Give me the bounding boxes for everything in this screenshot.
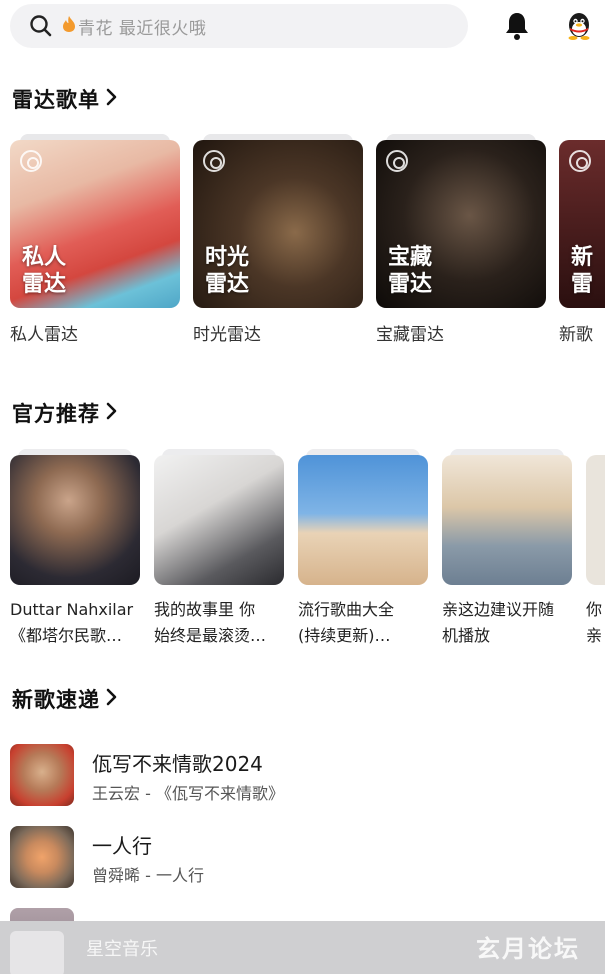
radar-card-private[interactable]: 私人 雷达 私人雷达 — [10, 134, 180, 345]
radar-caption: 私人雷达 — [10, 325, 78, 345]
caption-line: 你 — [586, 600, 603, 619]
playlist-caption: 我的故事里 你 始终是最滚烫… — [154, 597, 290, 649]
song-subtitle: 王云宏 - 《佤写不来情歌》 — [92, 784, 284, 803]
official-card[interactable]: Duttar Nahxilar 《都塔尔民歌… — [10, 449, 140, 649]
cover-line: 雷达 — [22, 272, 67, 297]
cover-line: 私人 — [22, 245, 67, 270]
radar-cover: 私人 雷达 — [10, 140, 180, 308]
song-subtitle: 曾舜晞 - 一人行 — [92, 866, 204, 885]
song-title: 一人行 — [92, 834, 152, 858]
song-cover — [10, 826, 74, 888]
playlist-cover — [10, 455, 140, 585]
radar-card-new[interactable]: 新 雷 新歌 — [559, 140, 605, 345]
cover-line: 时光 — [205, 245, 250, 270]
official-card[interactable]: 亲这边建议开随 机播放 — [442, 449, 572, 649]
cover-line: 新 — [571, 245, 594, 270]
radar-cover-text: 私人 雷达 — [22, 244, 66, 298]
caption-line: 亲 — [586, 626, 603, 645]
caption-line: 机播放 — [442, 626, 491, 645]
cover-line: 雷达 — [388, 272, 433, 297]
song-row[interactable]: 佤写不来情歌2024 王云宏 - 《佤写不来情歌》 — [10, 744, 600, 810]
radar-card-treasure[interactable]: 宝藏 雷达 宝藏雷达 — [376, 134, 546, 345]
playlist-caption: 亲这边建议开随 机播放 — [442, 597, 578, 649]
caption-line: Duttar Nahxilar — [10, 600, 134, 619]
radar-section-title: 雷达歌单 — [12, 88, 100, 112]
playlist-caption: 你 亲 — [586, 597, 605, 649]
new-songs-section-header[interactable]: 新歌速递 — [12, 684, 118, 714]
caption-line: 我的故事里 你 — [154, 600, 256, 619]
chevron-right-icon — [106, 687, 118, 711]
radar-logo-icon — [386, 150, 408, 172]
caption-line: 《都塔尔民歌… — [10, 626, 123, 645]
player-artwork — [10, 931, 64, 974]
chevron-right-icon — [106, 87, 118, 111]
search-bar[interactable]: 青花 最近很火哦 — [10, 4, 468, 48]
song-row[interactable]: 一人行 曾舜晞 - 一人行 — [10, 826, 600, 892]
chevron-right-icon — [106, 401, 118, 425]
song-title: 佤写不来情歌2024 — [92, 752, 263, 776]
search-placeholder: 青花 最近很火哦 — [78, 18, 207, 39]
caption-line: 始终是最滚烫… — [154, 626, 267, 645]
radar-caption: 时光雷达 — [193, 325, 261, 345]
cover-line: 雷 — [571, 272, 594, 297]
official-card[interactable]: 你 亲 — [586, 455, 605, 649]
song-cover — [10, 908, 74, 922]
radar-cover: 时光 雷达 — [193, 140, 363, 308]
radar-logo-icon — [203, 150, 225, 172]
search-icon — [28, 13, 54, 39]
playlist-caption: Duttar Nahxilar 《都塔尔民歌… — [10, 597, 146, 649]
radar-cover-text: 宝藏 雷达 — [388, 244, 432, 298]
official-card[interactable]: 流行歌曲大全 (持续更新)… — [298, 449, 428, 649]
playlist-cover — [442, 455, 572, 585]
bell-icon[interactable] — [502, 10, 532, 42]
caption-line: (持续更新)… — [298, 626, 391, 645]
qq-penguin-icon[interactable] — [562, 9, 596, 43]
playlist-cover — [586, 455, 605, 585]
radar-cover-text: 新 雷 — [571, 244, 593, 298]
radar-logo-icon — [20, 150, 42, 172]
playlist-cover — [298, 455, 428, 585]
player-track-name: 星空音乐 — [86, 939, 158, 960]
fire-icon — [62, 15, 76, 37]
playlist-caption: 流行歌曲大全 (持续更新)… — [298, 597, 434, 649]
radar-section-header[interactable]: 雷达歌单 — [12, 84, 118, 114]
watermark: 玄月论坛 — [476, 934, 580, 963]
radar-logo-icon — [569, 150, 591, 172]
official-section-title: 官方推荐 — [12, 402, 100, 426]
playlist-cover — [154, 455, 284, 585]
caption-line: 亲这边建议开随 — [442, 600, 555, 619]
cover-line: 宝藏 — [388, 245, 433, 270]
radar-cover-text: 时光 雷达 — [205, 244, 249, 298]
new-songs-section-title: 新歌速递 — [12, 688, 100, 712]
caption-line: 流行歌曲大全 — [298, 600, 395, 619]
cover-line: 雷达 — [205, 272, 250, 297]
radar-cover: 新 雷 — [559, 140, 605, 308]
radar-card-time[interactable]: 时光 雷达 时光雷达 — [193, 134, 363, 345]
radar-playlist-row: 私人 雷达 私人雷达 时光 雷达 时光雷达 宝藏 雷达 宝藏雷达 新 雷 新歌 — [10, 134, 605, 345]
official-playlist-row: Duttar Nahxilar 《都塔尔民歌… 我的故事里 你 始终是最滚烫… … — [10, 449, 605, 655]
radar-cover: 宝藏 雷达 — [376, 140, 546, 308]
radar-caption: 宝藏雷达 — [376, 325, 444, 345]
official-section-header[interactable]: 官方推荐 — [12, 398, 118, 428]
official-card[interactable]: 我的故事里 你 始终是最滚烫… — [154, 449, 284, 649]
top-bar: 青花 最近很火哦 — [0, 0, 605, 56]
song-cover — [10, 744, 74, 806]
radar-caption: 新歌 — [559, 325, 593, 345]
song-row[interactable] — [10, 908, 600, 922]
